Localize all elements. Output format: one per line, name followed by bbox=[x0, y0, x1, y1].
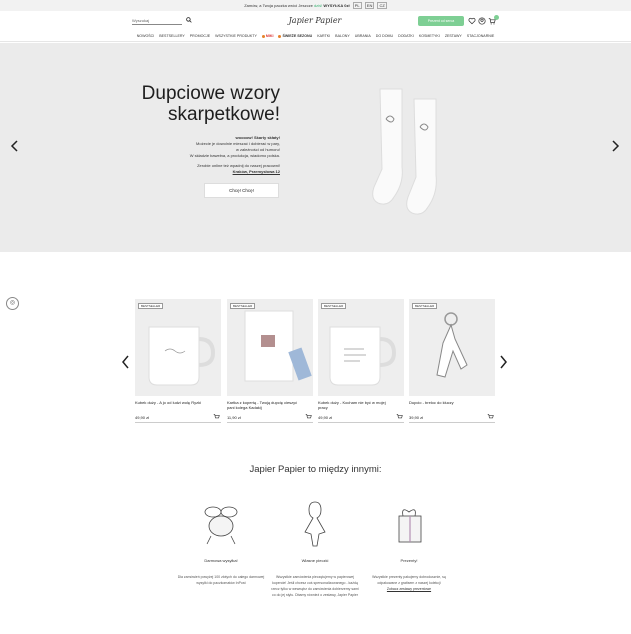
feature-text-body: Wszystkie prezenty pakujemy dobrodusznie… bbox=[372, 575, 446, 585]
carousel-next-arrow-icon[interactable] bbox=[498, 354, 508, 370]
nav-item-accessories[interactable]: DODATKI bbox=[398, 34, 414, 38]
product-image[interactable]: BESTSELLER bbox=[318, 299, 404, 396]
feature-text-body: Wszystkie zamówienia pieczętujemy w papi… bbox=[271, 575, 359, 597]
nav-item-all-products[interactable]: WSZYSTKIE PRODUKTY bbox=[215, 34, 257, 38]
gift-box-icon bbox=[398, 509, 422, 543]
hero-next-arrow-icon[interactable] bbox=[609, 139, 621, 153]
nav-item-miki[interactable]: MIKI bbox=[261, 34, 274, 38]
announcement-text: Zamów, a Twoja paczka wróci bbox=[244, 3, 298, 8]
hero-banner: Dupciowe wzory skarpetkowe! woooow! Skar… bbox=[0, 43, 631, 252]
bestseller-badge: BESTSELLER bbox=[230, 303, 256, 309]
feature-text: Dla zamówień powyżej 100 złotych do całe… bbox=[177, 575, 265, 585]
product-image[interactable]: BESTSELLER bbox=[409, 299, 495, 396]
product-card[interactable]: BESTSELLER Kubek duży - Kocham nie być w… bbox=[318, 299, 404, 423]
card-divider bbox=[135, 422, 221, 423]
nav-item-season-label: ŚWIEŻE SEZONU bbox=[282, 34, 313, 38]
nav-item-clothes[interactable]: UBRANIA bbox=[355, 34, 371, 38]
nav-item-stationery[interactable]: STACJONARNIE bbox=[467, 34, 495, 38]
gift-sets-link[interactable]: Zobacz zestawy prezentowe bbox=[387, 587, 431, 591]
announcement-mid: Jeszcze bbox=[298, 3, 313, 8]
bestseller-badge: BESTSELLER bbox=[321, 303, 347, 309]
nav-item-bestsellers[interactable]: BESTSELLERY bbox=[159, 34, 185, 38]
announcement-highlight: dziś! bbox=[313, 3, 323, 8]
product-price: 49,90 zł bbox=[318, 415, 333, 420]
card-divider bbox=[318, 422, 404, 423]
feature-heading: Darmowa wysyłka! bbox=[204, 558, 238, 563]
bee-courier-icon bbox=[204, 506, 238, 545]
product-price: 11,90 zł bbox=[227, 415, 241, 420]
product-image[interactable]: BESTSELLER bbox=[227, 299, 313, 396]
announcement-bar: Zamów, a Twoja paczka wróci Jeszcze dziś… bbox=[0, 0, 631, 11]
lang-option-pl[interactable]: PL bbox=[352, 2, 362, 9]
hero-title-line1: Dupciowe wzory bbox=[141, 83, 280, 104]
greeting-card-image bbox=[244, 310, 312, 382]
feature-heading: Prezenty! bbox=[400, 558, 418, 563]
feature-text: Wszystkie zamówienia pieczętujemy w papi… bbox=[270, 574, 360, 598]
nav-item-home[interactable]: DO DOMU bbox=[376, 34, 393, 38]
product-name[interactable]: Kartka z kopertą - Twoją dupcię cieszyć … bbox=[227, 400, 301, 410]
hero-title: Dupciowe wzory skarpetkowe! bbox=[120, 83, 280, 125]
product-price: 39,90 zł bbox=[409, 415, 424, 420]
cart-count-badge bbox=[494, 15, 499, 20]
product-name[interactable]: Kubek duży - A jo od ludzi wolę Ryzki bbox=[135, 400, 209, 405]
features-title: Japier Papier to między innymi: bbox=[249, 464, 382, 475]
nav-item-cards[interactable]: KARTKI bbox=[317, 34, 330, 38]
mug-image bbox=[329, 326, 397, 386]
bestseller-badge: BESTSELLER bbox=[412, 303, 438, 309]
search-icon[interactable] bbox=[186, 17, 192, 23]
lang-option-cz[interactable]: CZ bbox=[377, 2, 387, 9]
product-image[interactable]: BESTSELLER bbox=[135, 299, 221, 396]
feature-text: Wszystkie prezenty pakujemy dobrodusznie… bbox=[364, 574, 454, 592]
add-to-cart-icon[interactable] bbox=[396, 413, 403, 420]
product-name[interactable]: Dupcio - breloc do kluczy bbox=[409, 400, 483, 405]
add-to-cart-icon[interactable] bbox=[213, 413, 220, 420]
figure-icon bbox=[304, 501, 326, 547]
accessibility-widget-icon[interactable]: ◎ bbox=[6, 297, 19, 310]
nav-item-miki-label: MIKI bbox=[265, 34, 274, 38]
hero-title-line2: skarpetkowe! bbox=[168, 104, 280, 125]
carousel-prev-arrow-icon[interactable] bbox=[121, 354, 131, 370]
add-to-cart-icon[interactable] bbox=[487, 413, 494, 420]
nav-dot-icon bbox=[261, 34, 265, 38]
nav-item-balloons[interactable]: BALONY bbox=[335, 34, 350, 38]
product-price: 49,90 zł bbox=[135, 415, 150, 420]
nav-item-new[interactable]: NOWOŚCI bbox=[137, 34, 155, 38]
gift-button[interactable]: Prezent od serca bbox=[418, 16, 464, 26]
hero-body: woooow! Skarty skłaty! Możecie je dowoln… bbox=[140, 135, 280, 175]
announcement-shipping: WYSYŁKA 0zł bbox=[323, 3, 350, 8]
account-icon[interactable] bbox=[478, 17, 486, 25]
nav-item-promotions[interactable]: PROMOCJE bbox=[190, 34, 210, 38]
hero-location-link[interactable]: Kraków, Przemysłowa 12 bbox=[140, 169, 280, 175]
hero-prev-arrow-icon[interactable] bbox=[9, 139, 21, 153]
feature-heading: Własne pieczki bbox=[301, 558, 329, 563]
site-header: Wyszukaj Japier Papier Prezent od serca bbox=[0, 11, 631, 31]
product-card[interactable]: BESTSELLER Dupcio - breloc do kluczy 39,… bbox=[409, 299, 495, 423]
main-nav: NOWOŚCI BESTSELLERY PROMOCJE WSZYSTKIE P… bbox=[0, 31, 631, 42]
card-divider bbox=[227, 422, 313, 423]
product-card[interactable]: BESTSELLER Kartka z kopertą - Twoją dupc… bbox=[227, 299, 313, 423]
product-name[interactable]: Kubek duży - Kocham nie być w mojej prac… bbox=[318, 400, 392, 410]
hero-cta-button[interactable]: Chcę! Chcę! bbox=[204, 183, 279, 198]
lang-option-en[interactable]: EN bbox=[364, 2, 375, 9]
site-logo[interactable]: Japier Papier bbox=[280, 14, 350, 28]
add-to-cart-icon[interactable] bbox=[305, 413, 312, 420]
socks-image bbox=[372, 88, 437, 215]
nav-item-sets[interactable]: ZESTAWY bbox=[445, 34, 462, 38]
search-input[interactable]: Wyszukaj bbox=[132, 16, 182, 25]
mug-image bbox=[148, 326, 216, 386]
bestseller-badge: BESTSELLER bbox=[138, 303, 164, 309]
heart-icon[interactable] bbox=[468, 17, 476, 25]
keychain-image bbox=[436, 312, 468, 378]
nav-item-season[interactable]: ŚWIEŻE SEZONU bbox=[278, 34, 312, 38]
product-card[interactable]: BESTSELLER Kubek duży - A jo od ludzi wo… bbox=[135, 299, 221, 423]
nav-item-cosmetics[interactable]: KOSMETYKI bbox=[419, 34, 440, 38]
card-divider bbox=[409, 422, 495, 423]
